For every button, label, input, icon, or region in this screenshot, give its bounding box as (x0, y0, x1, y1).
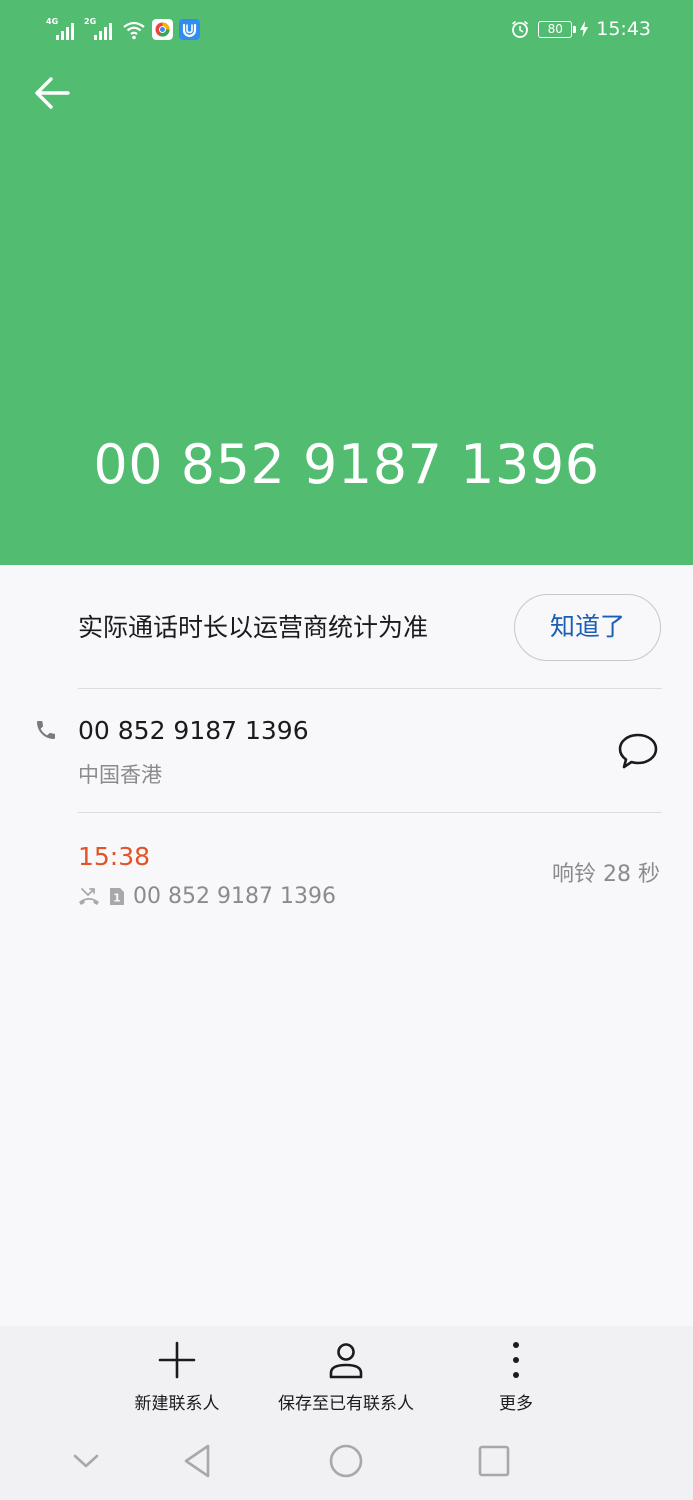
hide-keyboard-icon[interactable] (66, 1441, 106, 1481)
nav-back-icon[interactable] (178, 1441, 218, 1481)
browser-app-icon (152, 19, 173, 40)
nav-recents-icon[interactable] (474, 1441, 514, 1481)
more-button[interactable]: 更多 (466, 1340, 566, 1416)
contact-region: 中国香港 (78, 763, 162, 787)
call-log-number: 00 852 9187 1396 (133, 884, 336, 909)
status-bar: 4G 2G 80 15:43 (0, 0, 693, 58)
message-icon[interactable] (616, 730, 660, 772)
sim-slot-number: 1 (113, 892, 121, 905)
system-nav-bar (0, 1425, 693, 1500)
signal-4g-icon: 4G (46, 18, 78, 40)
new-contact-button[interactable]: 新建联系人 (112, 1340, 242, 1416)
missed-call-icon (79, 888, 99, 905)
more-vertical-icon (513, 1342, 519, 1378)
more-label: 更多 (499, 1394, 533, 1414)
status-time: 15:43 (596, 18, 651, 40)
person-icon (329, 1343, 363, 1379)
battery-level: 80 (547, 21, 563, 36)
acknowledge-button[interactable]: 知道了 (514, 594, 661, 661)
back-arrow-icon[interactable] (30, 70, 78, 118)
divider (78, 812, 662, 813)
ring-duration: 响铃 28 秒 (552, 862, 660, 887)
plus-icon (158, 1341, 196, 1379)
nav-home-icon[interactable] (326, 1441, 366, 1481)
call-time: 15:38 (78, 842, 151, 871)
signal-2g-icon: 2G (84, 18, 116, 40)
wifi-icon (123, 21, 145, 40)
sim-card-icon: 1 (110, 888, 124, 905)
header: 4G 2G 80 15:43 00 852 9187 1396 (0, 0, 693, 565)
save-to-existing-label: 保存至已有联系人 (278, 1394, 414, 1414)
save-to-existing-contact-button[interactable]: 保存至已有联系人 (258, 1340, 434, 1416)
divider (78, 688, 662, 689)
charging-icon (580, 21, 589, 37)
shield-app-icon (179, 19, 200, 40)
phone-icon (37, 721, 55, 739)
alarm-icon (512, 20, 529, 38)
call-duration-notice: 实际通话时长以运营商统计为准 (78, 613, 429, 642)
new-contact-label: 新建联系人 (134, 1394, 220, 1414)
contact-number[interactable]: 00 852 9187 1396 (78, 712, 309, 750)
battery-icon: 80 (538, 20, 577, 38)
header-phone-number: 00 852 9187 1396 (93, 433, 600, 496)
